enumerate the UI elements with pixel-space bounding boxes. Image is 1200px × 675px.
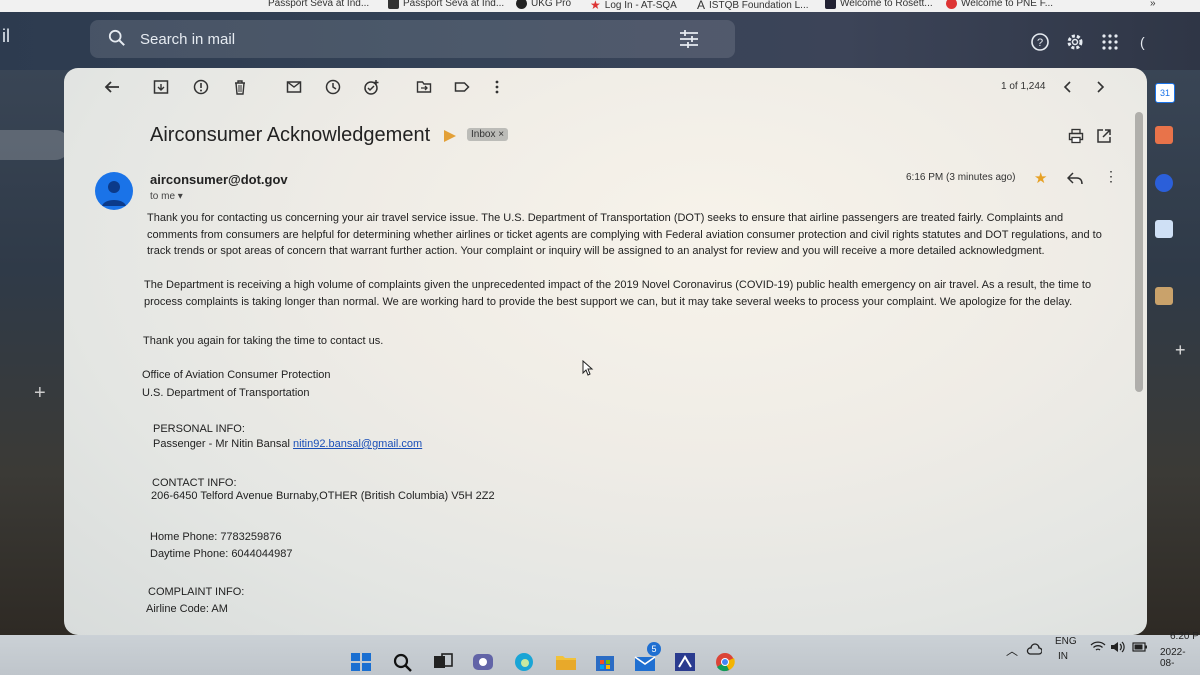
sender-avatar[interactable] bbox=[95, 172, 133, 210]
archive-icon[interactable] bbox=[153, 79, 169, 95]
svg-text:?: ? bbox=[1037, 37, 1043, 49]
help-icon[interactable]: ? bbox=[1030, 32, 1050, 52]
calendar-icon[interactable]: 31 bbox=[1155, 83, 1175, 103]
address-line: 206-6450 Telford Avenue Burnaby,OTHER (B… bbox=[151, 490, 495, 502]
search-icon[interactable] bbox=[108, 29, 126, 47]
language-indicator[interactable]: ENG bbox=[1055, 636, 1077, 647]
email-body-paragraph: Thank you again for taking the time to c… bbox=[143, 335, 384, 347]
search-input[interactable]: Search in mail bbox=[140, 31, 235, 48]
wifi-icon[interactable] bbox=[1090, 641, 1106, 653]
inbox-label-badge[interactable]: Inbox × bbox=[467, 128, 509, 141]
recipient-details-toggle[interactable]: to me ▾ bbox=[150, 191, 183, 202]
add-to-tasks-icon[interactable] bbox=[364, 79, 380, 95]
home-phone: Home Phone: 7783259876 bbox=[150, 531, 282, 543]
email-timestamp: 6:16 PM (3 minutes ago) bbox=[906, 172, 1016, 183]
mouse-cursor-icon bbox=[582, 360, 594, 376]
edge-browser-icon[interactable] bbox=[513, 652, 535, 672]
mark-unread-icon[interactable] bbox=[286, 79, 302, 95]
pne-icon bbox=[946, 0, 957, 9]
search-options-icon[interactable] bbox=[679, 30, 699, 48]
caret-down-icon: ▾ bbox=[177, 191, 183, 202]
move-to-icon[interactable] bbox=[416, 79, 432, 95]
windows-taskbar: 5 ︿ ENG IN 6:20 P 2022-08- bbox=[0, 631, 1200, 675]
newer-chevron-left-icon[interactable] bbox=[1060, 79, 1076, 95]
more-vert-icon[interactable] bbox=[489, 79, 505, 95]
signature-line: U.S. Department of Transportation bbox=[142, 387, 310, 399]
bookmark-item[interactable]: Passport Seva at Ind... bbox=[268, 0, 369, 9]
airline-code: Airline Code: AM bbox=[146, 603, 228, 615]
message-scrollbar[interactable] bbox=[1135, 112, 1143, 392]
open-in-new-window-icon[interactable] bbox=[1096, 128, 1112, 144]
clock-date[interactable]: 2022-08- bbox=[1160, 647, 1200, 669]
snooze-icon[interactable] bbox=[325, 79, 341, 95]
pinned-app-icon[interactable] bbox=[674, 652, 696, 672]
reply-icon[interactable] bbox=[1067, 171, 1083, 185]
search-bar[interactable]: Search in mail bbox=[90, 20, 735, 58]
gmail-logo[interactable]: il bbox=[2, 26, 10, 47]
star-icon[interactable]: ★ bbox=[1034, 169, 1047, 187]
volume-icon[interactable] bbox=[1110, 641, 1126, 653]
contacts-icon[interactable] bbox=[1155, 220, 1173, 238]
battery-icon[interactable] bbox=[1132, 641, 1148, 653]
get-addons-icon[interactable]: + bbox=[1175, 340, 1186, 361]
signature-line: Office of Aviation Consumer Protection bbox=[142, 369, 331, 381]
store-icon[interactable] bbox=[594, 652, 616, 672]
passenger-line: Passenger - Mr Nitin Bansal nitin92.bans… bbox=[153, 438, 423, 450]
message-panel: 1 of 1,244 Airconsumer Acknowledgement I… bbox=[64, 68, 1147, 635]
passport-icon bbox=[388, 0, 399, 9]
keep-icon[interactable] bbox=[1155, 126, 1173, 144]
clock-time[interactable]: 6:20 P bbox=[1170, 631, 1199, 642]
apps-grid-icon[interactable] bbox=[1100, 32, 1120, 52]
section-heading: COMPLAINT INFO: bbox=[148, 586, 245, 598]
windows-start-icon[interactable] bbox=[350, 652, 372, 672]
email-subject: Airconsumer Acknowledgement bbox=[150, 124, 431, 146]
older-chevron-right-icon[interactable] bbox=[1092, 79, 1108, 95]
ukg-icon bbox=[516, 0, 527, 9]
bookmark-item[interactable]: Welcome to Rosett... bbox=[825, 0, 933, 9]
istqb-icon: A bbox=[697, 0, 706, 12]
tasks-icon[interactable] bbox=[1155, 174, 1173, 192]
label-icon[interactable] bbox=[454, 79, 470, 95]
gmail-header: il Search in mail ? ( bbox=[0, 12, 1200, 70]
remove-label-icon[interactable]: × bbox=[498, 129, 504, 140]
daytime-phone: Daytime Phone: 6044044987 bbox=[150, 548, 293, 560]
mail-unread-badge: 5 bbox=[647, 642, 661, 656]
bookmark-item[interactable]: Passport Seva at Ind... bbox=[388, 0, 504, 9]
addon-icon[interactable] bbox=[1155, 287, 1173, 305]
search-icon[interactable] bbox=[392, 652, 414, 672]
rosetta-icon bbox=[825, 0, 836, 9]
pagination-count: 1 of 1,244 bbox=[1001, 81, 1046, 92]
task-view-icon[interactable] bbox=[432, 652, 454, 672]
account-avatar[interactable]: ( bbox=[1140, 34, 1145, 50]
passenger-email-link[interactable]: nitin92.bansal@gmail.com bbox=[293, 438, 422, 450]
email-body-paragraph: Thank you for contacting us concerning y… bbox=[147, 212, 1102, 257]
bookmarks-bar: Passport Seva at Ind... Passport Seva at… bbox=[0, 0, 1200, 12]
email-body-paragraph: The Department is receiving a high volum… bbox=[144, 279, 1092, 308]
bookmark-item[interactable]: Welcome to PNE F... bbox=[946, 0, 1053, 9]
report-spam-icon[interactable] bbox=[193, 79, 209, 95]
settings-gear-icon[interactable] bbox=[1065, 32, 1085, 52]
person-icon bbox=[102, 181, 126, 206]
bookmarks-overflow-button[interactable]: » bbox=[1150, 0, 1156, 9]
sidebar-selected-item[interactable] bbox=[0, 130, 70, 160]
back-arrow-icon[interactable] bbox=[104, 79, 120, 95]
delete-icon[interactable] bbox=[232, 79, 248, 95]
bookmark-item[interactable]: ★ Log In - AT-SQA bbox=[590, 0, 677, 12]
teams-chat-icon[interactable] bbox=[472, 652, 494, 672]
bookmark-item[interactable]: UKG Pro bbox=[516, 0, 571, 9]
chrome-browser-icon[interactable] bbox=[714, 652, 736, 672]
print-icon[interactable] bbox=[1068, 128, 1084, 144]
sender-email[interactable]: airconsumer@dot.gov bbox=[150, 172, 288, 187]
show-hidden-icons-chevron-icon[interactable]: ︿ bbox=[1006, 642, 1018, 659]
message-toolbar: 1 of 1,244 bbox=[64, 68, 1147, 108]
file-explorer-icon[interactable] bbox=[555, 652, 577, 672]
bookmark-item[interactable]: A ISTQB Foundation L... bbox=[697, 0, 809, 12]
star-icon: ★ bbox=[590, 0, 601, 12]
region-indicator[interactable]: IN bbox=[1058, 651, 1068, 662]
important-marker-icon[interactable] bbox=[444, 130, 456, 142]
add-label-icon[interactable]: + bbox=[34, 382, 46, 405]
onedrive-cloud-icon[interactable] bbox=[1026, 643, 1042, 655]
more-options-icon[interactable]: ⋮ bbox=[1104, 168, 1118, 185]
